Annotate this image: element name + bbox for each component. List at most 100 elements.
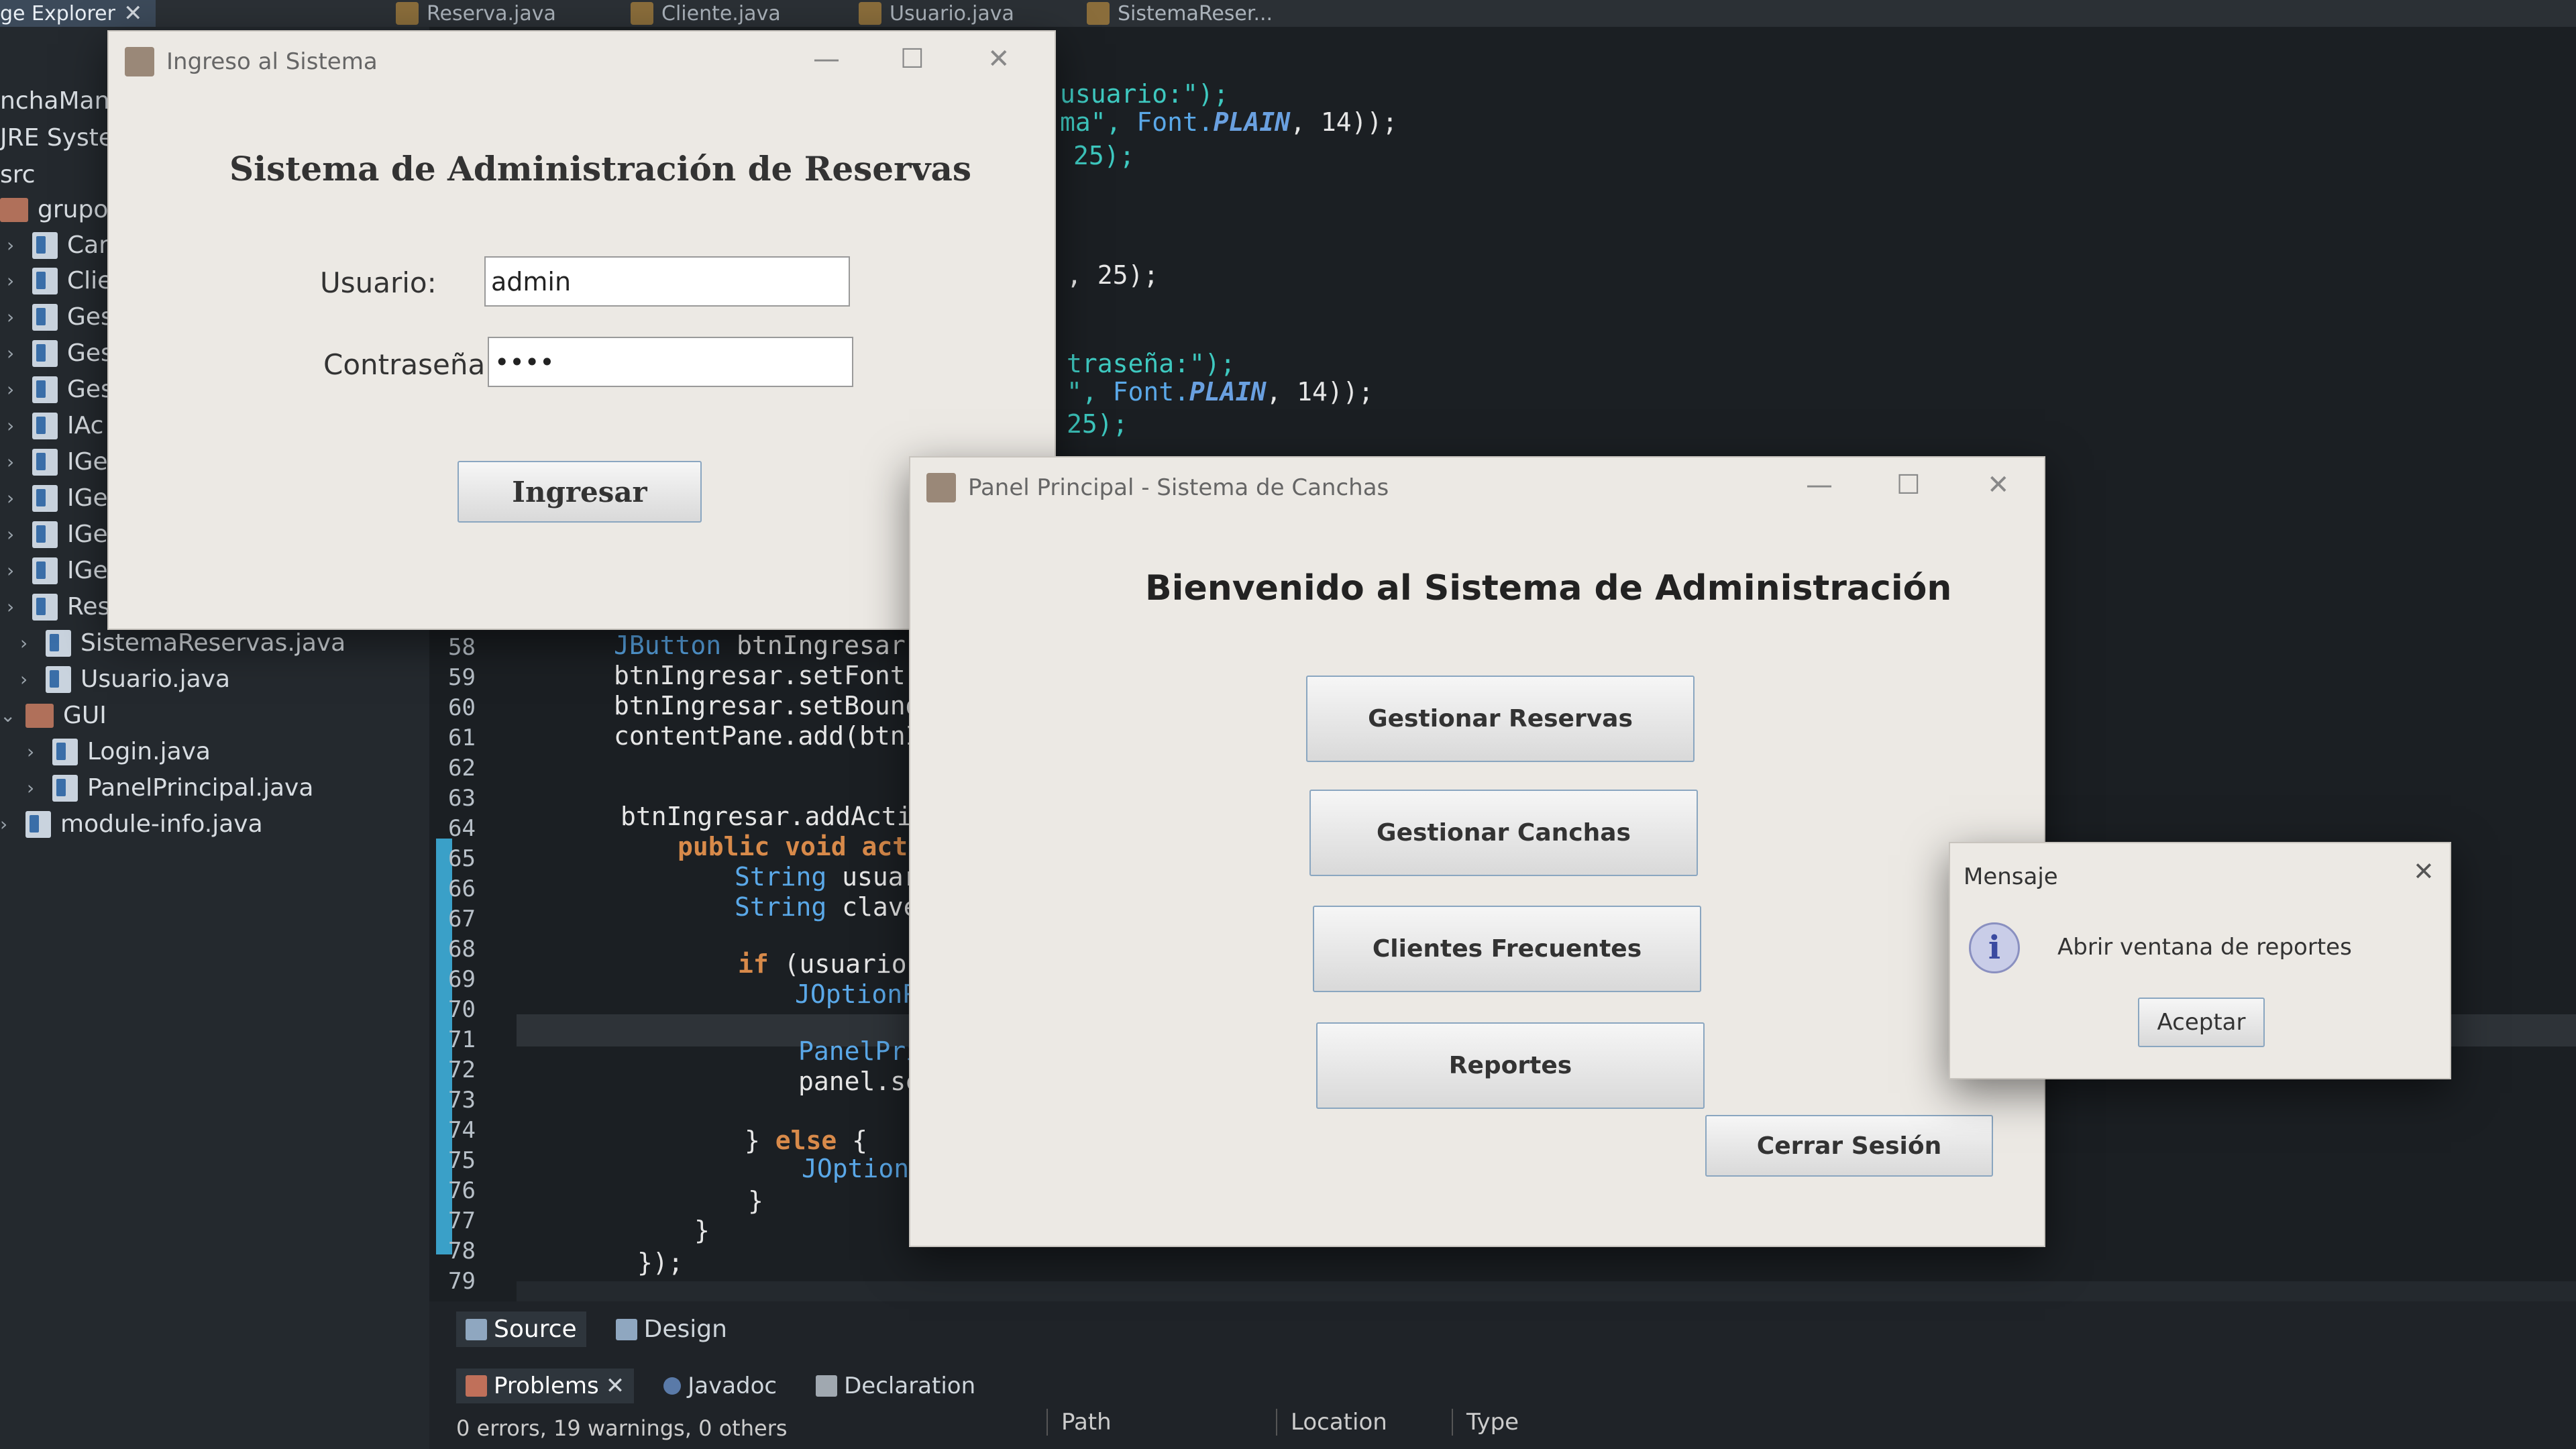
tab-file[interactable]: SistemaReser... [1087, 0, 1273, 27]
tree-item-class[interactable]: › Ges [7, 339, 113, 367]
tree-item-class[interactable]: › Usuario.java [20, 665, 230, 693]
tab-source[interactable]: Source [456, 1311, 586, 1347]
chevron-right-icon[interactable]: › [7, 487, 23, 509]
tree-item-jre[interactable]: JRE Syster [0, 124, 123, 152]
design-icon [615, 1318, 637, 1340]
source-icon [466, 1318, 487, 1340]
frequent-clients-button[interactable]: Clientes Frecuentes [1313, 906, 1701, 992]
chevron-right-icon[interactable]: › [7, 559, 23, 582]
tree-item-project[interactable]: nchaMan [0, 87, 109, 115]
tab-design[interactable]: Design [606, 1311, 737, 1347]
tree-item-class[interactable]: › Ges [7, 303, 113, 331]
manage-courts-button[interactable]: Gestionar Canchas [1309, 790, 1698, 876]
close-icon[interactable]: ✕ [1987, 470, 2010, 500]
line-number: 77 [448, 1208, 476, 1234]
tree-item-interface[interactable]: › IGe [7, 448, 108, 476]
java-class-icon [46, 629, 71, 657]
chevron-right-icon[interactable]: › [7, 596, 23, 618]
tree-item-interface[interactable]: › IGe [7, 557, 108, 584]
chevron-right-icon[interactable]: › [7, 378, 23, 400]
java-class-icon [32, 339, 58, 367]
ok-button[interactable]: Aceptar [2138, 998, 2265, 1047]
close-icon[interactable]: ✕ [2413, 857, 2434, 886]
tree-item-interface[interactable]: › IGe [7, 521, 108, 548]
tree-item-class[interactable]: › Car [7, 231, 109, 259]
java-interface-icon [32, 484, 58, 512]
chevron-right-icon[interactable]: › [27, 777, 43, 799]
code-line: } [748, 1186, 763, 1216]
login-window-title: Ingreso al Sistema [166, 48, 378, 75]
close-icon[interactable]: ✕ [123, 0, 143, 27]
tree-item-class[interactable]: › SistemaReservas.java [20, 629, 345, 657]
maximize-icon[interactable]: ☐ [900, 44, 924, 74]
tree-item-module-info[interactable]: › module-info.java [0, 810, 263, 838]
java-interface-icon [32, 448, 58, 476]
java-class-icon [46, 665, 71, 693]
maximize-icon[interactable]: ☐ [1896, 470, 1921, 500]
tab-file[interactable]: Usuario.java [859, 0, 1014, 27]
chevron-right-icon[interactable]: › [7, 234, 23, 256]
line-number: 70 [448, 996, 476, 1023]
tab-source-label: Source [494, 1316, 577, 1343]
tree-item-class[interactable]: › Clie [7, 267, 112, 294]
logout-button[interactable]: Cerrar Sesión [1705, 1115, 1993, 1177]
tree-item-package[interactable]: grupo [0, 196, 108, 223]
tree-item-class[interactable]: › Ges [7, 376, 113, 403]
chevron-right-icon[interactable]: › [27, 741, 43, 763]
tab-problems-label: Problems [494, 1373, 599, 1399]
tab-file[interactable]: Cliente.java [631, 0, 781, 27]
tree-item-interface[interactable]: › IGe [7, 484, 108, 512]
tab-file-label: Usuario.java [890, 1, 1014, 25]
chevron-right-icon[interactable]: › [7, 306, 23, 328]
tree-item-class[interactable]: › Login.java [27, 738, 211, 765]
tree-item-label: Login.java [87, 738, 211, 765]
tree-item-label: Car [67, 231, 109, 259]
reports-button[interactable]: Reportes [1316, 1022, 1705, 1109]
tab-javadoc[interactable]: Javadoc [654, 1368, 786, 1403]
horizontal-scrollbar[interactable] [517, 1281, 2576, 1301]
chevron-down-icon[interactable]: ⌄ [0, 704, 16, 727]
chevron-right-icon[interactable]: › [7, 342, 23, 364]
tab-problems[interactable]: Problems ✕ [456, 1368, 635, 1403]
code-line: JButton btnIngresar = [614, 631, 936, 660]
chevron-right-icon[interactable]: › [7, 523, 23, 545]
tree-item-class[interactable]: › PanelPrincipal.java [27, 774, 313, 802]
chevron-right-icon[interactable]: › [0, 813, 16, 835]
tree-item-package-gui[interactable]: ⌄ GUI [0, 702, 107, 729]
java-file-icon [859, 2, 881, 25]
login-titlebar[interactable]: Ingreso al Sistema — ☐ ✕ [109, 32, 1055, 92]
column-header-type[interactable]: Type [1452, 1409, 1681, 1436]
close-icon[interactable]: ✕ [606, 1373, 625, 1399]
chevron-right-icon[interactable]: › [20, 668, 36, 690]
tab-javadoc-label: Javadoc [688, 1373, 777, 1399]
column-header-path[interactable]: Path [1046, 1409, 1276, 1436]
tree-item-label: JRE Syster [0, 124, 123, 152]
tab-package-explorer[interactable]: ge Explorer ✕ [0, 0, 156, 27]
login-button[interactable]: Ingresar [458, 461, 702, 523]
tree-item-src[interactable]: src [0, 161, 36, 189]
code-line: String clave [735, 892, 919, 922]
java-app-icon [125, 47, 154, 76]
code-line: btnIngresar.addAction [621, 802, 943, 831]
minimize-icon[interactable]: — [813, 44, 840, 74]
tab-file[interactable]: Reserva.java [396, 0, 556, 27]
chevron-right-icon[interactable]: › [7, 415, 23, 437]
close-icon[interactable]: ✕ [987, 44, 1010, 74]
chevron-right-icon[interactable]: › [20, 632, 36, 654]
manage-reservations-button[interactable]: Gestionar Reservas [1306, 676, 1695, 762]
chevron-right-icon[interactable]: › [7, 451, 23, 473]
info-icon: i [1969, 922, 2020, 973]
tab-declaration[interactable]: Declaration [806, 1368, 985, 1403]
column-header-location[interactable]: Location [1276, 1409, 1452, 1436]
tree-item-interface[interactable]: › IAc [7, 412, 103, 439]
minimize-icon[interactable]: — [1806, 470, 1833, 500]
code-line: contentPane.add(btnIn [614, 721, 936, 751]
username-field[interactable]: admin [484, 256, 850, 307]
code-fragment: 25); [1067, 409, 1128, 439]
tab-explorer-label: ge Explorer [0, 1, 115, 25]
main-titlebar[interactable]: Panel Principal - Sistema de Canchas — ☐… [910, 458, 2044, 518]
tree-item-class[interactable]: › Res [7, 593, 110, 621]
password-field[interactable]: •••• [488, 337, 853, 387]
chevron-right-icon[interactable]: › [7, 270, 23, 292]
tree-item-label: IGe [67, 484, 108, 512]
